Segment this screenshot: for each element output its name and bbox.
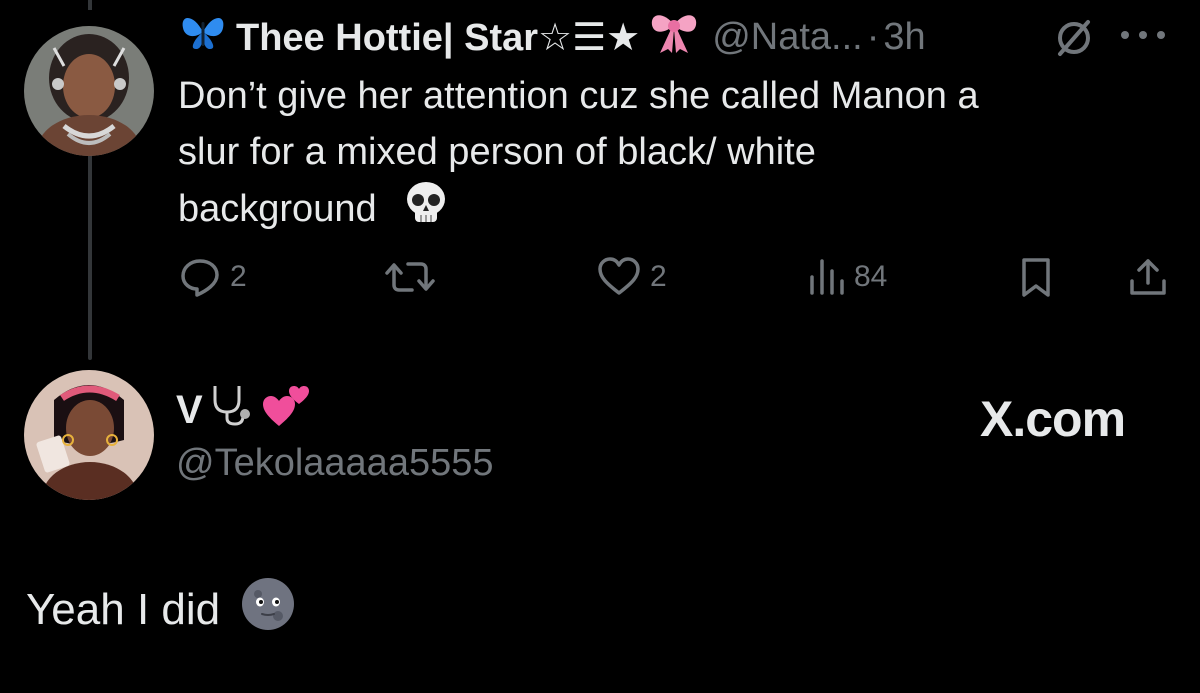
parent-time[interactable]: 3h: [883, 16, 925, 59]
more-icon[interactable]: [1118, 28, 1168, 47]
reply-tweet-text: Yeah I did: [26, 576, 296, 643]
retweet-icon: [385, 262, 435, 292]
views-button[interactable]: 84: [806, 255, 887, 299]
reply-text-segment: Yeah I did: [26, 584, 221, 634]
like-button[interactable]: 2: [596, 255, 667, 299]
views-icon: [810, 259, 844, 295]
grok-icon[interactable]: [1052, 16, 1096, 65]
two-hearts-icon: [261, 382, 311, 438]
reply-icon: [181, 259, 219, 297]
pink-bow-icon: [648, 9, 700, 65]
tweet-screenshot: Thee Hottie| Star☆☰★ @Nata... · 3h Don’t…: [0, 0, 1200, 693]
tweet-text-line: slur for a mixed person of black/ white: [178, 131, 816, 173]
reply-display-name[interactable]: V: [176, 388, 203, 433]
x-com-watermark: X.com: [980, 391, 1126, 447]
parent-tweet-header: Thee Hottie| Star☆☰★ @Nata... · 3h: [180, 12, 926, 62]
reply-display-name-row: V: [176, 382, 311, 438]
share-button[interactable]: [1126, 255, 1170, 299]
new-moon-face-icon: [240, 576, 296, 643]
thread-line: [88, 150, 92, 360]
parent-tweet-text: Don’t give her attention cuz she called …: [178, 68, 1158, 242]
stethoscope-icon: [207, 382, 255, 438]
parent-handle[interactable]: @Nata...: [712, 16, 863, 59]
reply-count: 2: [230, 260, 247, 293]
reply-button[interactable]: 2: [178, 255, 247, 299]
bookmark-button[interactable]: [1016, 255, 1056, 299]
thread-line-top: [88, 0, 92, 10]
tweet-text-line: Don’t give her attention cuz she called …: [178, 75, 979, 117]
reply-avatar[interactable]: [24, 370, 154, 500]
views-count: 84: [854, 260, 888, 293]
parent-display-name[interactable]: Thee Hottie| Star☆☰★: [236, 15, 640, 60]
time-separator: ·: [866, 15, 880, 58]
tweet-text-segment: background: [178, 188, 377, 231]
tweet-text-line-last: background: [178, 180, 1158, 242]
tweet-actions-bar: 2 2 84: [178, 255, 1178, 301]
retweet-button[interactable]: [384, 255, 436, 299]
reply-handle[interactable]: @Tekolaaaaa5555: [176, 442, 494, 485]
skull-icon: [403, 180, 449, 242]
bookmark-icon: [1022, 258, 1050, 297]
heart-icon: [598, 257, 640, 295]
like-count: 2: [650, 260, 667, 293]
share-icon: [1130, 259, 1166, 295]
parent-avatar[interactable]: [24, 26, 154, 156]
butterfly-icon: [180, 12, 226, 62]
